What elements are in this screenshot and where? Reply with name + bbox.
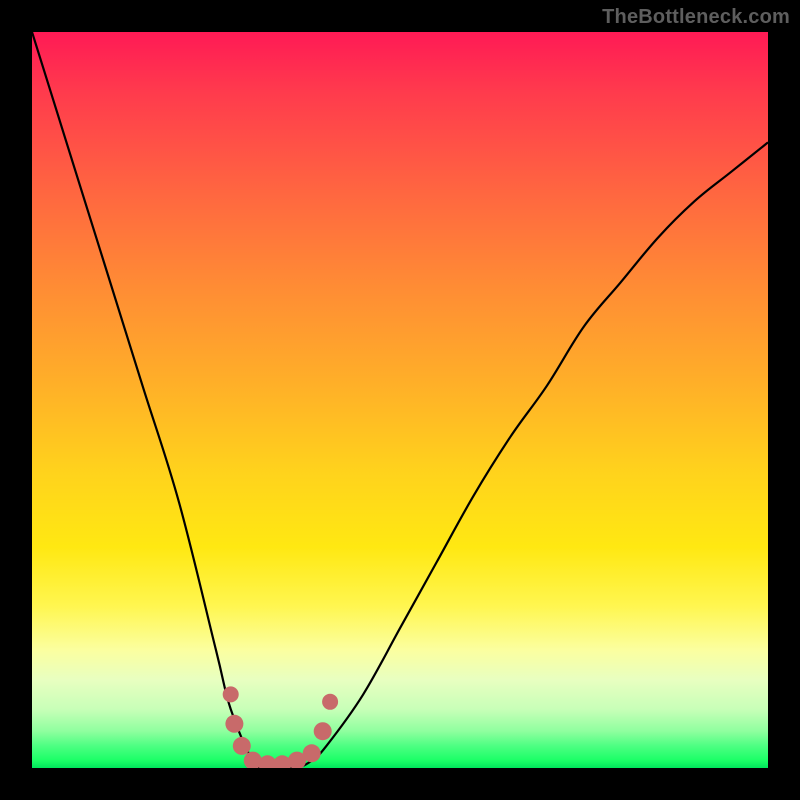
curves-svg [32, 32, 768, 768]
optimum-dots [223, 686, 338, 768]
bottleneck-curve [32, 32, 768, 768]
optimum-dot [233, 737, 251, 755]
optimum-dot [322, 694, 338, 710]
plot-area [32, 32, 768, 768]
optimum-dot [225, 715, 243, 733]
optimum-dot [314, 722, 332, 740]
chart-frame: TheBottleneck.com [0, 0, 800, 800]
optimum-dot [303, 744, 321, 762]
optimum-dot [223, 686, 239, 702]
watermark-text: TheBottleneck.com [602, 6, 790, 29]
